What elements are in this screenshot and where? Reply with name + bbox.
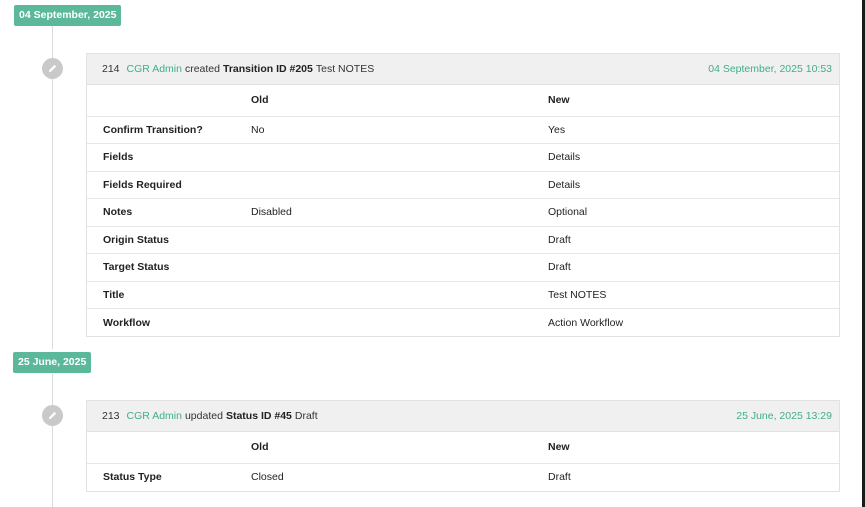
field-name: Status Type (103, 471, 162, 483)
field-name: Title (87, 281, 235, 309)
new-value: Yes (532, 116, 839, 144)
changes-table: Old New Confirm Transition? No Yes Field… (87, 85, 839, 336)
old-value (235, 281, 532, 309)
header-field (87, 432, 235, 464)
old-value (235, 309, 532, 337)
header-old: Old (235, 432, 532, 464)
old-value (235, 226, 532, 254)
new-value: Draft (548, 471, 571, 483)
table-row: Status Type Closed Draft (87, 463, 839, 491)
old-value (235, 253, 532, 282)
entry-timestamp[interactable]: 04 September, 2025 10:53 (708, 63, 832, 75)
history-entry: 213 CGR Admin updated Status ID #45 Draf… (86, 400, 840, 492)
old-value (235, 143, 532, 172)
table-header-row: Old New (87, 432, 839, 464)
table-row: Fields Required Details (87, 171, 839, 199)
new-value: Draft (532, 253, 839, 282)
new-value: Action Workflow (548, 316, 624, 329)
entry-object-name: Test NOTES (315, 63, 375, 75)
entry-action: updated (184, 410, 223, 422)
table-row: Workflow Action Workflow (87, 309, 839, 337)
entry-id: 214 (102, 63, 120, 75)
new-value: Draft (532, 226, 839, 254)
header-field (87, 85, 235, 117)
field-name: Notes (87, 198, 235, 227)
header-new: New (532, 85, 839, 117)
date-badge: 04 September, 2025 (14, 5, 122, 26)
table-row: Confirm Transition? No Yes (87, 116, 839, 144)
old-value: No (235, 116, 532, 144)
table-row: Fields Details (87, 143, 839, 172)
pencil-icon (42, 58, 63, 79)
entry-header: 213 CGR Admin updated Status ID #45 Draf… (87, 401, 839, 432)
field-name: Origin Status (87, 226, 235, 254)
pencil-icon (42, 405, 63, 426)
history-entry: 214 CGR Admin created Transition ID #205… (86, 53, 840, 337)
header-new: New (532, 432, 839, 464)
new-value: Details (532, 143, 839, 172)
entry-id: 213 (102, 410, 120, 422)
header-old: Old (235, 85, 532, 117)
user-link[interactable]: CGR Admin (127, 410, 182, 422)
old-value: Closed (251, 471, 284, 483)
entry-object-name: Draft (294, 410, 318, 422)
field-name: Workflow (103, 316, 151, 329)
field-name: Fields Required (87, 171, 235, 199)
user-link[interactable]: CGR Admin (127, 63, 182, 75)
new-value: Optional (532, 198, 839, 227)
new-value: Details (532, 171, 839, 199)
table-row: Origin Status Draft (87, 226, 839, 254)
date-badge: 25 June, 2025 (13, 352, 92, 373)
old-value: Disabled (235, 198, 532, 227)
table-row: Target Status Draft (87, 253, 839, 282)
field-name: Confirm Transition? (87, 116, 235, 144)
table-row: Notes Disabled Optional (87, 198, 839, 227)
timeline-line (52, 374, 53, 507)
entry-object: Transition ID #205 (223, 63, 313, 75)
old-value (235, 171, 532, 199)
field-name: Fields (87, 143, 235, 172)
entry-object: Status ID #45 (225, 410, 292, 422)
table-header-row: Old New (87, 85, 839, 117)
entry-action: created (184, 63, 220, 75)
field-name: Target Status (87, 253, 235, 282)
entry-header: 214 CGR Admin created Transition ID #205… (87, 54, 839, 85)
new-value: Test NOTES (532, 281, 839, 309)
changes-table: Old New Status Type Closed Draft (87, 432, 839, 491)
table-row: Title Test NOTES (87, 281, 839, 309)
entry-timestamp[interactable]: 25 June, 2025 13:29 (736, 410, 832, 422)
